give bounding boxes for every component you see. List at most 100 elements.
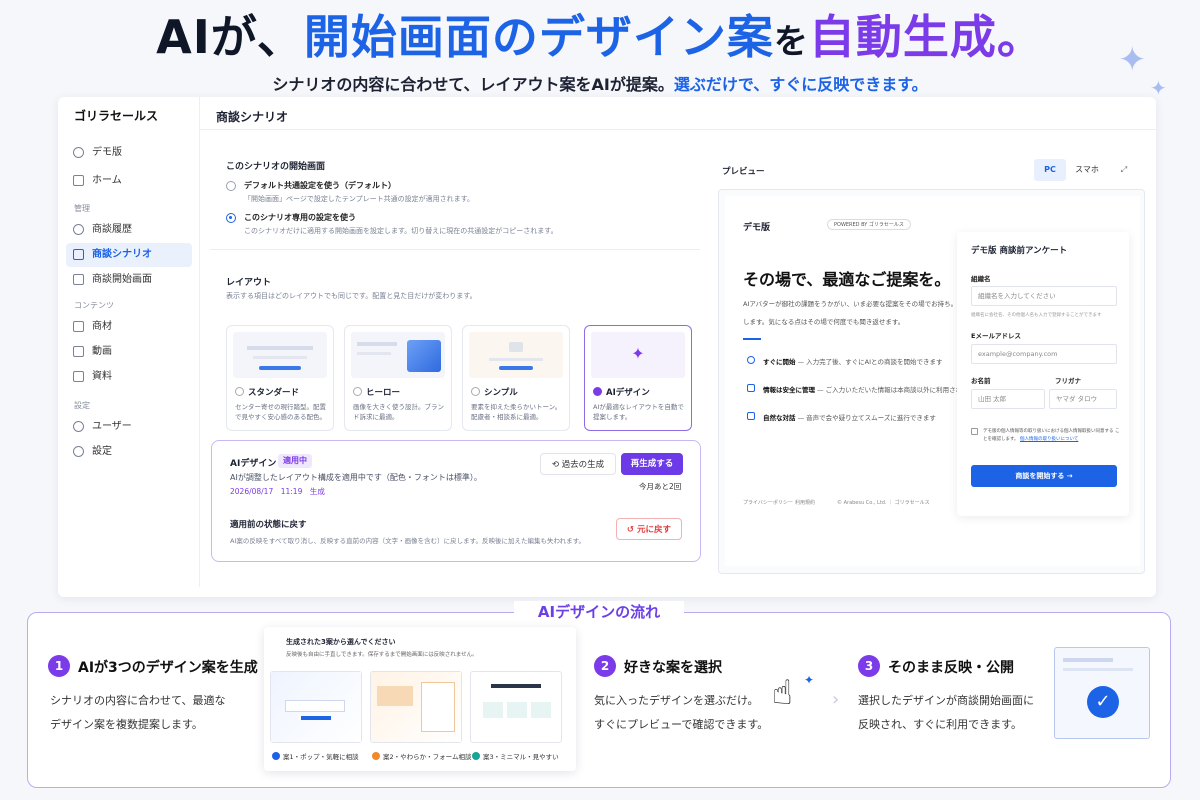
divider <box>210 249 700 250</box>
sidebar-item-history[interactable]: 商談履歴 <box>66 218 192 242</box>
proposal-title: 生成された3案から選んでください <box>286 638 396 646</box>
footer-link[interactable]: 利用規約 <box>795 499 815 506</box>
preview-page: デモ版 POWERED BY ゴリラセールス その場で、最適なご提案を。 AIア… <box>725 196 1140 566</box>
sparkle-icon: ✦ <box>631 344 645 363</box>
email-input[interactable]: example@company.com <box>971 344 1117 364</box>
sidebar-item-label: 商談履歴 <box>92 224 132 235</box>
sidebar-item-users[interactable]: ユーザー <box>66 415 192 439</box>
layout-thumbnail <box>469 332 563 378</box>
sidebar-item-demo[interactable]: デモ版 <box>66 141 192 165</box>
sidebar-item-products[interactable]: 商材 <box>66 315 192 339</box>
step-desc: 選択したデザインが商談開始画面に <box>858 694 1034 707</box>
layout-heading: レイアウト <box>226 278 272 288</box>
flow-title: AIデザインの流れ <box>514 601 684 622</box>
dot-icon <box>372 752 380 760</box>
layout-desc: 表示する項目はどのレイアウトでも同じです。配置と見た目だけが変わります。 <box>226 292 477 300</box>
divider <box>743 338 761 340</box>
layout-thumbnail: ✦ <box>591 332 685 378</box>
hero-title-part1: AIが、 <box>156 10 304 64</box>
proposal-option-1[interactable]: 案1・ポップ・気軽に相談 <box>272 751 359 761</box>
layout-card-desc: 画像を大きく使う設計。ブランド訴求に最適。 <box>353 403 444 421</box>
hero-subtitle: シナリオの内容に合わせて、レイアウト案をAIが提案。選ぶだけで、すぐに反映できま… <box>0 72 1200 98</box>
proposal-subtitle: 反映後も自由に手直しできます。保存するまで開始画面には反映されません。 <box>286 652 478 658</box>
layout-card-label: ヒーロー <box>353 386 400 398</box>
layout-thumbnail <box>233 332 327 378</box>
proposal-card: 生成された3案から選んでください 反映後も自由に手直しできます。保存するまで開始… <box>264 627 576 771</box>
sidebar-item-settings[interactable]: 設定 <box>66 440 192 464</box>
feature-item: 自然な対話 — 音声で会や疑り立てスムーズに進行できます <box>763 414 936 422</box>
dot-icon <box>272 752 280 760</box>
toggle-pc[interactable]: PC <box>1034 159 1066 181</box>
preview-headline: その場で、最適なご提案を。 <box>743 270 951 289</box>
document-icon <box>73 371 84 382</box>
radio-custom[interactable] <box>226 213 236 223</box>
regenerate-button[interactable]: 再生成する <box>621 453 683 475</box>
sparkle-icon: ✦ <box>1118 40 1147 80</box>
proposal-thumbnail-3[interactable] <box>470 671 562 743</box>
preview-lead: します。気になる点はその場で何度でも聞き返せます。 <box>743 318 905 326</box>
pointer-click-icon: ☝ <box>772 673 793 713</box>
email-label: Eメールアドレス <box>971 332 1021 340</box>
ai-design-panel: AIデザイン 適用中 AIが調整したレイアウト構成を適用中です（配色・フォントは… <box>211 440 701 562</box>
hero-subtitle-part1: シナリオの内容に合わせて、レイアウト案をAIが提案。 <box>272 75 674 94</box>
proposal-option-2[interactable]: 案2・やわらか・フォーム相談 <box>372 751 471 761</box>
consent-link[interactable]: 個人情報の取り扱いについて <box>1020 437 1078 442</box>
preview-label: プレビュー <box>722 167 765 177</box>
box-icon <box>73 321 84 332</box>
check-icon: ✓ <box>1087 686 1119 718</box>
radio-custom-label: このシナリオ専用の設定を使う <box>244 213 356 222</box>
history-button[interactable]: ⟲ 過去の生成 <box>540 453 616 475</box>
page-title: 商談シナリオ <box>216 110 289 124</box>
layout-thumbnail <box>351 332 445 378</box>
sidebar-item-home[interactable]: ホーム <box>66 169 192 193</box>
proposal-thumbnail-1[interactable] <box>270 671 362 743</box>
layout-card-desc: 要素を抑えた柔らかいトーン。配慮者・相談系に最適。 <box>471 403 562 421</box>
layout-card-label: スタンダード <box>235 386 299 398</box>
sidebar-item-start-screen[interactable]: 商談開始画面 <box>66 268 192 292</box>
sidebar-item-scenario[interactable]: 商談シナリオ <box>66 243 192 267</box>
sidebar-item-documents[interactable]: 資料 <box>66 365 192 389</box>
name-input[interactable]: 山田 太郎 <box>971 389 1045 409</box>
copyright: © Arabesu Co., Ltd. ｜ ゴリラセールス <box>837 500 930 506</box>
layout-card-standard[interactable]: スタンダード センター寄せの現行踏型。配置で見やすく安心感のある配色。 <box>226 325 334 431</box>
step-number: 1 <box>48 655 70 677</box>
ai-panel-desc: AIが調整したレイアウト構成を適用中です（配色・フォントは標準）。 <box>230 473 482 482</box>
footer-link[interactable]: プライバシーポリシー <box>743 499 793 506</box>
sidebar-item-videos[interactable]: 動画 <box>66 340 192 364</box>
status-badge: 適用中 <box>278 454 312 468</box>
radio-default[interactable] <box>226 181 236 191</box>
sparkle-icon: ✦ <box>1150 76 1167 100</box>
logo: ゴリラセールス <box>74 109 159 123</box>
sidebar-item-label: 資料 <box>92 371 112 382</box>
org-input[interactable]: 組織名を入力してください <box>971 286 1117 306</box>
start-meeting-button[interactable]: 商談を開始する → <box>971 465 1117 487</box>
history-icon: ⟲ <box>551 460 562 470</box>
consent-checkbox[interactable] <box>971 428 978 435</box>
name-label: お名前 <box>971 377 991 385</box>
sparkle-icon: ✦ <box>804 673 815 687</box>
form-title: デモ版 商談前アンケート <box>971 246 1068 256</box>
globe-icon <box>73 147 84 158</box>
proposal-thumbnail-2[interactable] <box>370 671 462 743</box>
kana-input[interactable]: ヤマダ タロウ <box>1049 389 1117 409</box>
toggle-mobile[interactable]: スマホ <box>1068 159 1106 181</box>
sidebar-section-manage: 管理 <box>74 204 90 213</box>
org-hint: 組織名に会社名、その他個人名も入力で登録することができます <box>971 313 1102 318</box>
kana-label: フリガナ <box>1055 377 1081 385</box>
radio-default-desc: 「開始画面」ページで設定したテンプレート共通の設定が適用されます。 <box>244 195 474 203</box>
expand-icon[interactable]: ⤢ <box>1112 159 1136 181</box>
start-screen-heading: このシナリオの開始画面 <box>226 162 326 172</box>
proposal-option-3[interactable]: 案3・ミニマル・見やすい <box>472 751 559 761</box>
layout-card-desc: AIが最適なレイアウトを自動で提案します。 <box>593 403 684 421</box>
chat-icon <box>747 412 755 420</box>
preview-brand: デモ版 <box>743 223 771 233</box>
radio-default-label: デフォルト共通設定を使う（デフォルト） <box>244 181 396 190</box>
layout-card-hero[interactable]: ヒーロー 画像を大きく使う設計。ブランド訴求に最適。 <box>344 325 452 431</box>
layout-card-ai-design[interactable]: ✦ AIデザイン AIが最適なレイアウトを自動で提案します。 <box>584 325 692 431</box>
layout-card-simple[interactable]: シンプル 要素を抑えた柔らかいトーン。配慮者・相談系に最適。 <box>462 325 570 431</box>
sidebar: ゴリラセールス デモ版 ホーム 管理 商談履歴 商談シナリオ 商談開始画面 コン… <box>58 97 200 587</box>
sidebar-item-label: ホーム <box>92 175 122 186</box>
step-title: そのまま反映・公開 <box>888 660 1014 676</box>
restore-button[interactable]: ↺ 元に戻す <box>616 518 682 540</box>
step-number: 2 <box>594 655 616 677</box>
